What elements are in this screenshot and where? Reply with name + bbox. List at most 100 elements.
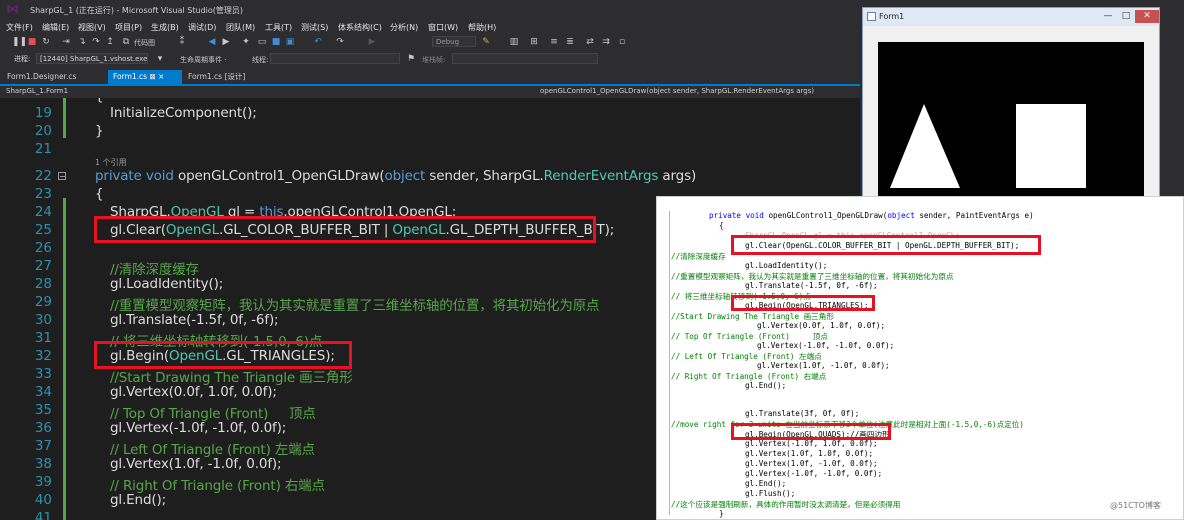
member-dropdown[interactable]: openGLControl1_OpenGLDraw(object sender,… bbox=[540, 87, 814, 95]
watermark: @51CTO博客 bbox=[1110, 501, 1161, 510]
snippet-line: } bbox=[719, 509, 724, 518]
menu-build[interactable]: 生成(B) bbox=[151, 22, 179, 33]
step-into-icon[interactable]: ↴ bbox=[76, 36, 88, 48]
highlight-box-clear bbox=[94, 216, 596, 243]
opengl-canvas[interactable] bbox=[878, 42, 1144, 205]
thread-dropdown[interactable] bbox=[270, 53, 400, 64]
collapse-toggle-icon[interactable]: − bbox=[58, 172, 66, 181]
line-number: 25 bbox=[34, 222, 52, 238]
toolbar-icon-6[interactable]: ▫ bbox=[616, 36, 628, 48]
menu-file[interactable]: 文件(F) bbox=[6, 22, 33, 33]
close-button[interactable]: ✕ bbox=[1135, 10, 1159, 23]
save-all-icon[interactable]: ▣ bbox=[284, 36, 296, 48]
save-icon[interactable]: ■ bbox=[270, 36, 282, 48]
code-line-38: gl.Vertex(1.0f, -1.0f, 0.0f); bbox=[110, 456, 282, 472]
configuration-dropdown[interactable]: Debug bbox=[432, 36, 476, 47]
stack-frame-label: 堆栈帧: bbox=[422, 56, 446, 64]
line-number: 19 bbox=[34, 105, 52, 121]
snippet-line: gl.Vertex(-1.0f, 1.0f, 0.0f); bbox=[745, 439, 878, 448]
line-number: 27 bbox=[34, 258, 52, 274]
code-line-30: gl.Translate(-1.5f, 0f, -6f); bbox=[110, 312, 279, 328]
show-next-statement-icon[interactable]: ⇥ bbox=[60, 36, 72, 48]
line-number: 31 bbox=[34, 330, 52, 346]
menu-team[interactable]: 团队(M) bbox=[226, 22, 255, 33]
menu-analyze[interactable]: 分析(N) bbox=[390, 22, 418, 33]
pause-icon[interactable]: ❚❚ bbox=[12, 36, 27, 48]
code-line-19: InitializeComponent(); bbox=[110, 105, 257, 121]
debug-location-toolbar: 进程: [12440] SharpGL_1.vshost.exe ▾ 生命周期事… bbox=[0, 50, 860, 67]
code-map-icon[interactable]: ⧉ bbox=[120, 36, 132, 48]
form-icon bbox=[867, 12, 876, 21]
forward-icon[interactable]: ▶ bbox=[220, 36, 232, 48]
snippet-line: gl.End(); bbox=[745, 479, 787, 488]
flag-icon[interactable]: ⚑ bbox=[405, 53, 417, 65]
code-line-34: gl.Vertex(0.0f, 1.0f, 0.0f); bbox=[110, 384, 277, 400]
code-map-label[interactable]: 代码图 bbox=[134, 38, 155, 48]
process-dropdown-arrow-icon[interactable]: ▾ bbox=[154, 53, 166, 65]
menu-bar: 文件(F) 编辑(E) 视图(V) 项目(P) 生成(B) 调试(D) 团队(M… bbox=[0, 20, 860, 34]
menu-project[interactable]: 项目(P) bbox=[115, 22, 142, 33]
stop-icon[interactable]: ■ bbox=[26, 36, 38, 48]
new-project-icon[interactable]: ✦ bbox=[240, 36, 252, 48]
line-number: 28 bbox=[34, 276, 52, 292]
restart-icon[interactable]: ↻ bbox=[40, 36, 52, 48]
snippet-line: { bbox=[719, 221, 724, 230]
restore-button[interactable]: □ bbox=[1117, 10, 1135, 23]
code-line-40: gl.End(); bbox=[110, 492, 166, 508]
step-over-icon[interactable]: ↷ bbox=[90, 36, 102, 48]
thread-label: 线程: bbox=[252, 56, 269, 64]
change-marker bbox=[63, 98, 66, 138]
reference-count[interactable]: 1 个引用 bbox=[95, 157, 127, 168]
code-line-28: gl.LoadIdentity(); bbox=[110, 276, 224, 292]
find-icon[interactable]: ✎ bbox=[480, 36, 492, 48]
menu-window[interactable]: 窗口(W) bbox=[428, 22, 458, 33]
line-number: 29 bbox=[34, 294, 52, 310]
lifecycle-events-label[interactable]: 生命周期事件 · bbox=[180, 55, 226, 65]
start-icon[interactable]: ▶ bbox=[366, 36, 378, 48]
redo-icon[interactable]: ↷ bbox=[334, 36, 346, 48]
line-number: 21 bbox=[34, 141, 52, 157]
form1-window[interactable]: Form1 — □ ✕ bbox=[862, 7, 1160, 215]
menu-help[interactable]: 帮助(H) bbox=[468, 22, 496, 33]
open-file-icon[interactable]: ▭ bbox=[256, 36, 268, 48]
toolbar-icon-5[interactable]: ⇉ bbox=[600, 36, 612, 48]
line-number: 37 bbox=[34, 438, 52, 454]
process-dropdown[interactable]: [12440] SharpGL_1.vshost.exe bbox=[36, 53, 148, 64]
line-number: 26 bbox=[34, 240, 52, 256]
back-icon[interactable]: ◀ bbox=[206, 36, 218, 48]
hex-icon[interactable]: ⁑ bbox=[176, 36, 188, 48]
undo-icon[interactable]: ↶ bbox=[312, 36, 324, 48]
stack-frame-dropdown[interactable] bbox=[452, 53, 598, 64]
tab-form1-designer-cs[interactable]: Form1.Designer.cs bbox=[2, 70, 106, 84]
snippet-line: //清除深度缓存 bbox=[671, 252, 726, 261]
minimize-button[interactable]: — bbox=[1099, 10, 1117, 23]
snippet-line: gl.Vertex(1.0f, 1.0f, 0.0f); bbox=[745, 449, 874, 458]
step-out-icon[interactable]: ↥ bbox=[104, 36, 116, 48]
menu-view[interactable]: 视图(V) bbox=[78, 22, 106, 33]
code-line-29: //重置模型观察矩阵，我认为其实就是重置了三维坐标轴的位置，将其初始化为原点 bbox=[110, 298, 600, 314]
snippet-line: gl.Translate(-1.5f, 0f, -6f); bbox=[745, 281, 878, 290]
menu-test[interactable]: 测试(S) bbox=[301, 22, 328, 33]
diagnostics-icon[interactable]: ▥ bbox=[508, 36, 520, 48]
code-snippet-panel: private void openGLControl1_OpenGLDraw(o… bbox=[656, 196, 1184, 520]
form1-title: Form1 bbox=[879, 12, 905, 21]
toolbar-icon-3[interactable]: ≣ bbox=[564, 36, 576, 48]
menu-architecture[interactable]: 体系结构(C) bbox=[338, 22, 382, 33]
opengl-render bbox=[890, 104, 1086, 188]
type-dropdown[interactable]: SharpGL_1.Form1 bbox=[6, 87, 68, 95]
toolbar-icon-2[interactable]: ≡ bbox=[548, 36, 560, 48]
snippet-margin-line bbox=[669, 211, 670, 515]
snippet-line: gl.Flush(); bbox=[745, 489, 796, 498]
menu-debug[interactable]: 调试(D) bbox=[188, 22, 216, 33]
form1-title-bar[interactable]: Form1 — □ ✕ bbox=[863, 8, 1159, 26]
menu-tools[interactable]: 工具(T) bbox=[265, 22, 292, 33]
toolbar-icon-1[interactable]: ⊞ bbox=[528, 36, 540, 48]
line-number: 22 bbox=[34, 168, 52, 184]
tab-form1-cs-design[interactable]: Form1.cs [设计] bbox=[183, 70, 261, 84]
menu-edit[interactable]: 编辑(E) bbox=[42, 22, 69, 33]
visual-studio-logo-icon: ⋈ bbox=[6, 2, 19, 17]
change-marker bbox=[63, 198, 66, 520]
toolbar-icon-4[interactable]: ⇄ bbox=[584, 36, 596, 48]
tab-form1-cs[interactable]: Form1.cs ⊠ × bbox=[108, 70, 182, 84]
line-number: 39 bbox=[34, 474, 52, 490]
